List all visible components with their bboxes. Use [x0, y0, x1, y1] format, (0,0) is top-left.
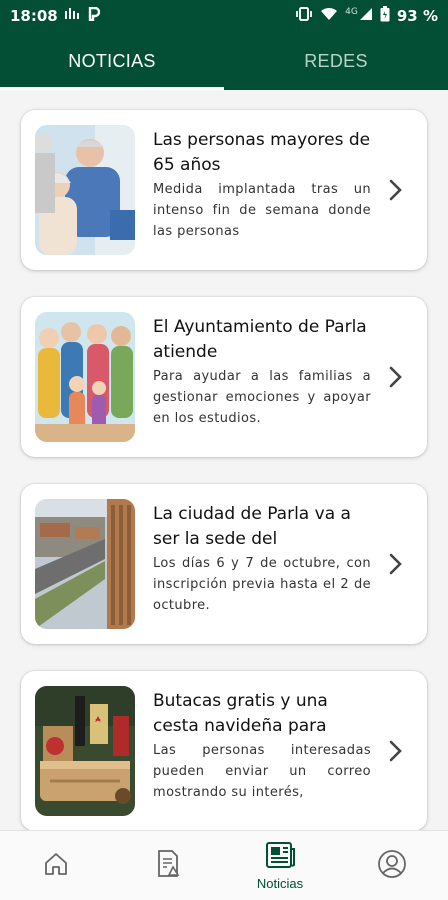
news-title: Las personas mayores de 65 años [153, 130, 371, 175]
battery-level: 93 % [396, 7, 438, 25]
news-thumbnail-city-aerial [35, 499, 135, 629]
news-list[interactable]: Las personas mayores de 65 años Medida i… [0, 90, 448, 830]
nav-noticias-label: Noticias [256, 875, 304, 891]
tab-bar: NOTICIAS REDES [0, 32, 448, 90]
chevron-right-icon[interactable] [379, 553, 413, 575]
chevron-right-icon[interactable] [379, 179, 413, 201]
wifi-icon [320, 7, 338, 25]
chevron-right-icon[interactable] [379, 740, 413, 762]
news-description: Para ayudar a las familias a gestionar e… [153, 369, 371, 426]
news-title: La ciudad de Parla va a ser la sede del [153, 504, 351, 549]
report-document-icon [154, 849, 182, 883]
news-thumbnail-family-illustration [35, 312, 135, 442]
status-time: 18:08 [10, 7, 58, 25]
tab-redes[interactable]: REDES [224, 32, 448, 90]
battery-icon [380, 6, 390, 26]
news-description: Medida implantada tras un intenso fin de… [153, 182, 371, 239]
tab-redes-label: REDES [304, 50, 368, 71]
news-card[interactable]: Butacas gratis y una cesta navideña para… [21, 671, 427, 830]
news-card[interactable]: Las personas mayores de 65 años Medida i… [21, 110, 427, 270]
nav-profile[interactable] [336, 831, 448, 900]
home-icon [42, 850, 70, 882]
news-title: Butacas gratis y una cesta navideña para [153, 691, 328, 736]
news-thumbnail-christmas-basket [35, 686, 135, 816]
network-type-label: 4G [345, 7, 358, 17]
tab-noticias[interactable]: NOTICIAS [0, 32, 224, 90]
vibrate-icon [295, 7, 313, 25]
bottom-navigation: Noticias [0, 830, 448, 900]
parking-app-icon [88, 6, 100, 25]
signal-bars-icon [64, 7, 81, 25]
news-card[interactable]: La ciudad de Parla va a ser la sede del … [21, 484, 427, 644]
nav-noticias[interactable]: Noticias [224, 831, 336, 900]
status-bar: 18:08 4G 93 % [0, 0, 448, 32]
news-title: El Ayuntamiento de Parla atiende [153, 317, 367, 362]
news-description: Los días 6 y 7 de octubre, con inscripci… [153, 556, 371, 613]
nav-home[interactable] [0, 831, 112, 900]
news-card[interactable]: El Ayuntamiento de Parla atiende Para ay… [21, 297, 427, 457]
user-profile-icon [377, 849, 407, 883]
nav-report[interactable] [112, 831, 224, 900]
news-description: Las personas interesadas pueden enviar u… [153, 743, 371, 800]
news-thumbnail-elderly-people [35, 125, 135, 255]
chevron-right-icon[interactable] [379, 366, 413, 388]
cell-signal-icon [359, 7, 373, 25]
tab-noticias-label: NOTICIAS [68, 50, 156, 71]
newspaper-icon [264, 841, 296, 873]
